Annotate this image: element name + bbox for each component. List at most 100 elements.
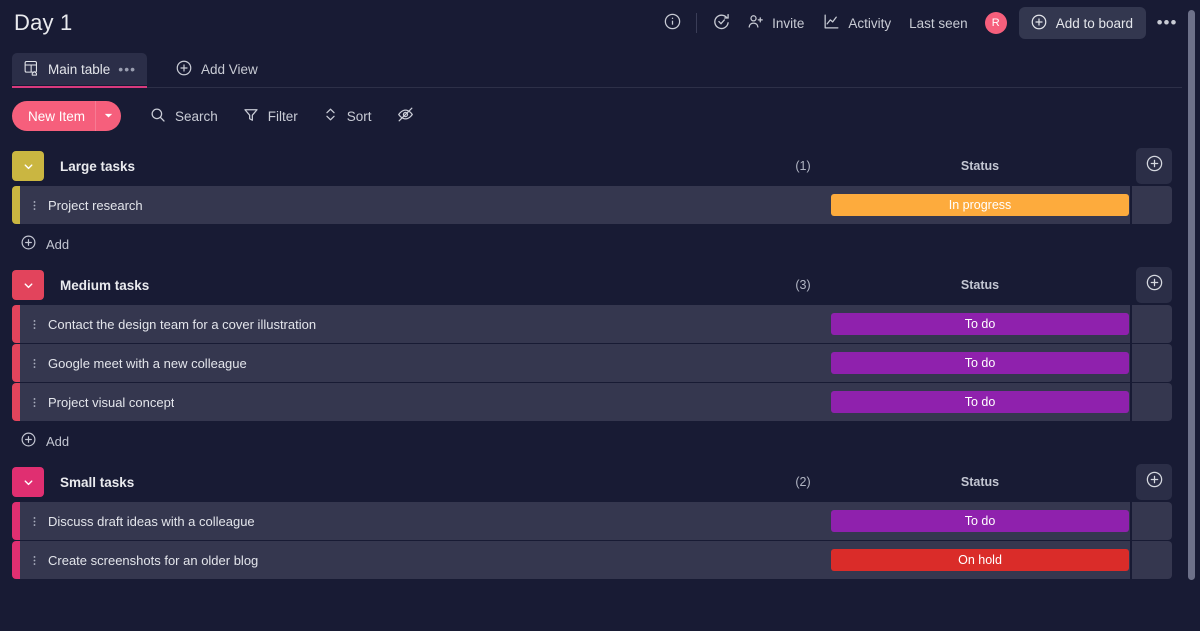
column-header-status[interactable]: Status	[830, 159, 1130, 173]
chevron-down-icon	[22, 279, 35, 292]
status-badge[interactable]: To do	[831, 313, 1129, 335]
integrate-refresh-icon	[711, 12, 731, 35]
group-title: Medium tasks	[60, 277, 150, 293]
row-group-color	[12, 305, 20, 343]
group-item-count: (1)	[795, 159, 811, 173]
row-trailing-cell[interactable]	[1132, 383, 1172, 421]
add-item-button[interactable]: Add	[0, 422, 1200, 460]
vertical-scrollbar[interactable]	[1188, 10, 1195, 580]
activity-button[interactable]: Activity	[813, 7, 900, 39]
row-name-cell[interactable]: Project visual concept	[20, 383, 832, 421]
add-item-label: Add	[46, 236, 70, 252]
add-view-button[interactable]: Add View	[165, 53, 268, 85]
row-name-cell[interactable]: Discuss draft ideas with a colleague	[20, 502, 832, 540]
row-group-color	[12, 383, 20, 421]
row-status-cell[interactable]: To do	[830, 305, 1130, 343]
column-header-status[interactable]: Status	[830, 278, 1130, 292]
row-group-color	[12, 344, 20, 382]
status-badge[interactable]: To do	[831, 510, 1129, 532]
add-column-button[interactable]	[1136, 267, 1172, 303]
status-badge[interactable]: In progress	[831, 194, 1129, 216]
person-add-icon	[746, 12, 765, 34]
groups-container: Large tasks (1) Status Project research In p…	[0, 146, 1200, 579]
row-status-cell[interactable]: To do	[830, 383, 1130, 421]
table-row[interactable]: Google meet with a new colleague To do	[0, 344, 1200, 382]
plus-circle-icon	[1145, 470, 1164, 494]
plus-circle-icon	[1145, 154, 1164, 178]
row-trailing-cell[interactable]	[1132, 344, 1172, 382]
plus-circle-icon	[20, 234, 37, 254]
sort-label: Sort	[346, 108, 372, 124]
board-more-menu-button[interactable]: •••	[1152, 8, 1182, 38]
table-row[interactable]: Project research In progress	[0, 186, 1200, 224]
new-item-label: New Item	[28, 108, 86, 124]
filter-label: Filter	[267, 108, 298, 124]
header-divider	[696, 13, 698, 33]
tab-main-table-menu[interactable]: •••	[118, 61, 136, 77]
tab-main-table[interactable]: Main table •••	[12, 53, 148, 88]
hide-columns-button[interactable]	[386, 100, 425, 132]
avatar[interactable]: R	[984, 12, 1007, 34]
board-group: Large tasks (1) Status Project research In p…	[0, 146, 1200, 263]
invite-button[interactable]: Invite	[737, 7, 813, 39]
search-label: Search	[175, 108, 218, 124]
table-row[interactable]: Contact the design team for a cover illu…	[0, 305, 1200, 343]
kebab-vertical-icon[interactable]	[20, 318, 48, 331]
row-title: Contact the design team for a cover illu…	[48, 316, 317, 332]
search-button[interactable]: Search	[139, 100, 228, 132]
add-item-button[interactable]: Add	[0, 225, 1200, 263]
last-seen-group[interactable]: Last seen	[900, 7, 977, 39]
status-badge[interactable]: To do	[831, 352, 1129, 374]
row-status-cell[interactable]: In progress	[830, 186, 1130, 224]
row-group-color	[12, 502, 20, 540]
row-trailing-cell[interactable]	[1132, 305, 1172, 343]
row-name-cell[interactable]: Contact the design team for a cover illu…	[20, 305, 832, 343]
row-name-cell[interactable]: Google meet with a new colleague	[20, 344, 832, 382]
group-collapse-toggle[interactable]	[12, 270, 44, 300]
info-button[interactable]	[657, 7, 688, 39]
add-column-button[interactable]	[1136, 148, 1172, 184]
status-badge[interactable]: On hold	[831, 549, 1129, 571]
sort-button[interactable]: Sort	[312, 100, 382, 132]
row-title: Project visual concept	[48, 394, 175, 410]
row-trailing-cell[interactable]	[1132, 541, 1172, 579]
kebab-vertical-icon[interactable]	[20, 357, 48, 370]
new-item-button[interactable]: New Item	[12, 101, 122, 131]
filter-button[interactable]: Filter	[232, 100, 308, 132]
integrate-button[interactable]	[705, 7, 737, 39]
add-item-label: Add	[46, 433, 70, 449]
group-collapse-toggle[interactable]	[12, 467, 44, 497]
row-name-cell[interactable]: Project research	[20, 186, 832, 224]
status-badge[interactable]: To do	[831, 391, 1129, 413]
new-item-dropdown-toggle[interactable]	[95, 101, 121, 131]
group-header: Small tasks (2) Status	[0, 462, 1200, 502]
kebab-vertical-icon[interactable]	[20, 515, 48, 528]
plus-circle-icon	[20, 431, 37, 451]
chevron-down-icon	[22, 476, 35, 489]
row-trailing-cell[interactable]	[1132, 186, 1172, 224]
group-item-count: (2)	[795, 475, 811, 489]
last-seen-label: Last seen	[909, 15, 968, 31]
kebab-vertical-icon[interactable]	[20, 396, 48, 409]
caret-down-icon	[103, 109, 114, 124]
add-to-board-button[interactable]: Add to board	[1018, 7, 1146, 39]
row-title: Discuss draft ideas with a colleague	[48, 513, 255, 529]
group-collapse-toggle[interactable]	[12, 151, 44, 181]
row-status-cell[interactable]: To do	[830, 502, 1130, 540]
row-title: Create screenshots for an older blog	[48, 552, 259, 568]
info-circle-icon	[663, 12, 682, 34]
activity-label: Activity	[848, 15, 892, 31]
row-status-cell[interactable]: To do	[830, 344, 1130, 382]
column-header-status[interactable]: Status	[830, 475, 1130, 489]
add-column-button[interactable]	[1136, 464, 1172, 500]
kebab-vertical-icon[interactable]	[20, 199, 48, 212]
row-status-cell[interactable]: On hold	[830, 541, 1130, 579]
row-name-cell[interactable]: Create screenshots for an older blog	[20, 541, 832, 579]
group-title: Large tasks	[60, 158, 136, 174]
table-row[interactable]: Create screenshots for an older blog On h…	[0, 541, 1200, 579]
table-row[interactable]: Discuss draft ideas with a colleague To d…	[0, 502, 1200, 540]
kebab-vertical-icon[interactable]	[20, 554, 48, 567]
board-header: Day 1 Invite Activity Last seen R Add to…	[0, 0, 1200, 46]
row-trailing-cell[interactable]	[1132, 502, 1172, 540]
table-row[interactable]: Project visual concept To do	[0, 383, 1200, 421]
